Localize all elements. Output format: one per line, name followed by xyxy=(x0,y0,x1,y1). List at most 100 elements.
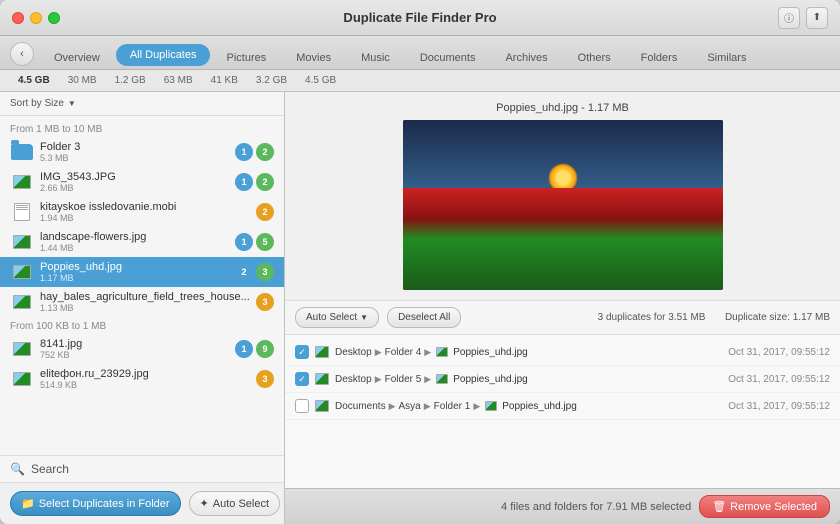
dup-badges: 1 9 xyxy=(235,340,274,358)
subtab-size-3[interactable]: 63 MB xyxy=(156,73,201,88)
status-text: 4 files and folders for 7.91 MB selected xyxy=(501,501,691,513)
list-item[interactable]: elitефон.ru_23929.jpg 514.9 KB 3 xyxy=(0,364,284,394)
chevron-down-icon: ▼ xyxy=(360,313,368,322)
subtab-size-6[interactable]: 4.5 GB xyxy=(297,73,344,88)
tab-overview[interactable]: Overview xyxy=(40,47,114,69)
left-panel: Sort by Size ▼ From 1 MB to 10 MB Folder… xyxy=(0,92,285,524)
file-info: elitефон.ru_23929.jpg 514.9 KB xyxy=(40,368,250,390)
tab-documents[interactable]: Documents xyxy=(406,47,490,69)
file-name: Poppies_uhd.jpg xyxy=(40,261,229,273)
file-info: 8141.jpg 752 KB xyxy=(40,338,229,360)
list-item[interactable]: Poppies_uhd.jpg 1.17 MB 2 3 xyxy=(0,257,284,287)
dup-row[interactable]: ✓ Desktop ▶ Folder 5 ▶ Poppies_uhd.jpg O… xyxy=(285,366,840,393)
subtab-size-0[interactable]: 4.5 GB xyxy=(10,73,58,88)
badge-1: 1 xyxy=(235,233,253,251)
image-icon xyxy=(10,292,34,312)
main-window: Duplicate File Finder Pro ⓘ ⬆ ‹ Overview… xyxy=(0,0,840,524)
file-size: 1.94 MB xyxy=(40,213,250,223)
badge-2: 2 xyxy=(256,173,274,191)
badge-1: 1 xyxy=(235,143,253,161)
folder-icon xyxy=(10,142,34,162)
file-info: hay_bales_agriculture_field_trees_house.… xyxy=(40,291,250,313)
badge-2: 5 xyxy=(256,233,274,251)
image-icon xyxy=(10,339,34,359)
left-bottom-bar: 📁 Select Duplicates in Folder ✦ Auto Sel… xyxy=(0,482,284,524)
tab-back-btn[interactable]: ‹ xyxy=(10,42,34,66)
auto-select-dropdown-button[interactable]: Auto Select ▼ xyxy=(295,307,379,328)
file-size: 1.13 MB xyxy=(40,303,250,313)
dup-badges: 3 xyxy=(256,293,274,311)
checkbox-2[interactable]: ✓ xyxy=(295,372,309,386)
list-item[interactable]: landscape-flowers.jpg 1.44 MB 1 5 xyxy=(0,227,284,257)
remove-selected-button[interactable]: 🗑 Remove Selected xyxy=(699,495,830,518)
file-name: hay_bales_agriculture_field_trees_house.… xyxy=(40,291,250,303)
sort-label: Sort by Size xyxy=(10,98,64,109)
search-label[interactable]: Search xyxy=(31,462,69,476)
dup-badges: 3 xyxy=(256,370,274,388)
badge-1: 3 xyxy=(256,293,274,311)
share-icon[interactable]: ⬆ xyxy=(806,7,828,29)
inline-img-icon xyxy=(436,374,448,384)
file-name: Folder 3 xyxy=(40,141,229,153)
tab-pictures[interactable]: Pictures xyxy=(212,47,280,69)
image-icon xyxy=(10,172,34,192)
checkbox-1[interactable]: ✓ xyxy=(295,345,309,359)
info-icon[interactable]: ⓘ xyxy=(778,7,800,29)
image-icon xyxy=(10,232,34,252)
subtab-size-1[interactable]: 30 MB xyxy=(60,73,105,88)
preview-section: Poppies_uhd.jpg - 1.17 MB xyxy=(403,102,723,290)
tab-others[interactable]: Others xyxy=(564,47,625,69)
list-item[interactable]: Folder 3 5.3 MB 1 2 xyxy=(0,137,284,167)
file-path: Desktop ▶ Folder 4 ▶ Poppies_uhd.jpg xyxy=(335,347,722,358)
subtab-size-4[interactable]: 41 KB xyxy=(203,73,246,88)
maximize-button[interactable] xyxy=(48,12,60,24)
file-size: 752 KB xyxy=(40,350,229,360)
subtab-size-5[interactable]: 3.2 GB xyxy=(248,73,295,88)
file-name: landscape-flowers.jpg xyxy=(40,231,229,243)
dup-list: ✓ Desktop ▶ Folder 4 ▶ Poppies_uhd.jpg O… xyxy=(285,335,840,488)
file-size: 2.66 MB xyxy=(40,183,229,193)
badge-1: 1 xyxy=(235,340,253,358)
list-item[interactable]: IMG_3543.JPG 2.66 MB 1 2 xyxy=(0,167,284,197)
close-button[interactable] xyxy=(12,12,24,24)
checkbox-3[interactable] xyxy=(295,399,309,413)
list-item[interactable]: hay_bales_agriculture_field_trees_house.… xyxy=(0,287,284,317)
tab-folders[interactable]: Folders xyxy=(627,47,692,69)
preview-poppies xyxy=(403,188,723,290)
dup-badges: 2 xyxy=(256,203,274,221)
subtab-size-2[interactable]: 1.2 GB xyxy=(107,73,154,88)
file-info: landscape-flowers.jpg 1.44 MB xyxy=(40,231,229,253)
badge-1: 3 xyxy=(256,370,274,388)
sort-arrow-icon: ▼ xyxy=(68,99,76,108)
status-bar: 4 files and folders for 7.91 MB selected… xyxy=(285,488,840,524)
file-size: 1.44 MB xyxy=(40,243,229,253)
file-name: 8141.jpg xyxy=(40,338,229,350)
inline-img-icon xyxy=(436,347,448,357)
deselect-all-button[interactable]: Deselect All xyxy=(387,307,461,328)
auto-select-button[interactable]: ✦ Auto Select xyxy=(189,491,280,516)
search-icon: 🔍 xyxy=(10,462,25,476)
trash-icon: 🗑 xyxy=(712,500,726,513)
badge-2: 9 xyxy=(256,340,274,358)
list-item[interactable]: 8141.jpg 752 KB 1 9 xyxy=(0,334,284,364)
tab-movies[interactable]: Movies xyxy=(282,47,345,69)
select-duplicates-button[interactable]: 📁 Select Duplicates in Folder xyxy=(10,491,181,516)
main-content: Sort by Size ▼ From 1 MB to 10 MB Folder… xyxy=(0,92,840,524)
dup-row[interactable]: Documents ▶ Asya ▶ Folder 1 ▶ Poppies_uh… xyxy=(285,393,840,420)
file-name: kitayskoe issledovanie.mobi xyxy=(40,201,250,213)
tab-similars[interactable]: Similars xyxy=(693,47,760,69)
duplicates-info: 3 duplicates for 3.51 MB Duplicate size:… xyxy=(598,312,830,323)
tab-archives[interactable]: Archives xyxy=(491,47,561,69)
auto-select-icon: ✦ xyxy=(200,497,209,510)
preview-image xyxy=(403,120,723,290)
file-path: Documents ▶ Asya ▶ Folder 1 ▶ Poppies_uh… xyxy=(335,401,722,412)
dup-row[interactable]: ✓ Desktop ▶ Folder 4 ▶ Poppies_uhd.jpg O… xyxy=(285,339,840,366)
tab-all-duplicates[interactable]: All Duplicates xyxy=(116,44,211,66)
file-info: Folder 3 5.3 MB xyxy=(40,141,229,163)
list-item[interactable]: kitayskoe issledovanie.mobi 1.94 MB 2 xyxy=(0,197,284,227)
file-size: 1.17 MB xyxy=(40,273,229,283)
minimize-button[interactable] xyxy=(30,12,42,24)
tab-music[interactable]: Music xyxy=(347,47,404,69)
file-thumbnail-icon xyxy=(315,346,329,358)
doc-icon xyxy=(10,202,34,222)
